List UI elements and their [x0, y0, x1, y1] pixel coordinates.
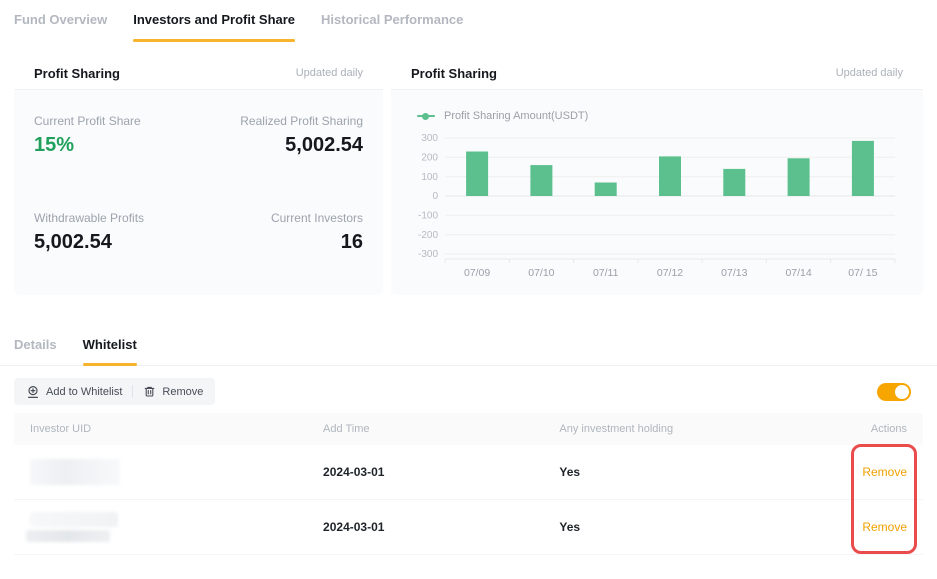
bar — [723, 169, 745, 196]
x-tick-label: 07/ 15 — [848, 267, 877, 279]
chart-card-body: Profit Sharing Amount(USDT) 300 200 100 0 -1… — [391, 90, 923, 295]
y-tick-label: 100 — [421, 172, 438, 183]
whitelist-toolbar: Add to Whitelist Remove — [14, 378, 923, 405]
investor-uid-cell — [14, 459, 323, 485]
column-header-add-time: Add Time — [323, 423, 559, 435]
profit-chart: 300 200 100 0 -100 -200 -300 07/09 07/10 07/11 07/… — [407, 128, 907, 286]
stats-card-updated-label: Updated daily — [296, 67, 363, 79]
toggle-knob — [895, 385, 909, 399]
stat-label: Current Investors — [199, 211, 364, 225]
investor-uid-cell — [14, 512, 323, 542]
stat-current-profit-share: Current Profit Share 15% — [34, 114, 199, 181]
trash-icon — [143, 385, 156, 398]
add-to-whitelist-label: Add to Whitelist — [46, 386, 122, 398]
add-time-cell: 2024-03-01 — [323, 520, 559, 534]
table-header-row: Investor UID Add Time Any investment hol… — [14, 413, 923, 445]
stat-label: Realized Profit Sharing — [199, 114, 364, 128]
table-row: 2024-03-01 Yes Remove — [14, 445, 923, 500]
y-tick-label: 0 — [432, 191, 438, 202]
tab-historical-performance[interactable]: Historical Performance — [321, 12, 463, 45]
stats-grid: Current Profit Share 15% Realized Profit… — [14, 90, 383, 295]
x-tick-label: 07/12 — [657, 267, 683, 279]
whitelist-button-group: Add to Whitelist Remove — [14, 378, 215, 405]
column-header-actions: Actions — [841, 423, 923, 435]
stat-label: Withdrawable Profits — [34, 211, 199, 225]
y-tick-label: -100 — [418, 211, 438, 222]
legend-marker-icon — [417, 115, 435, 117]
stats-card-header: Profit Sharing Updated daily — [14, 57, 383, 90]
add-time-cell: 2024-03-01 — [323, 465, 559, 479]
detail-subtabs: Details Whitelist — [0, 337, 937, 366]
y-tick-label: -200 — [418, 230, 438, 241]
bar — [852, 141, 874, 196]
bar — [466, 152, 488, 197]
redacted-uid — [26, 530, 110, 542]
x-tick-label: 07/11 — [593, 267, 619, 279]
stat-withdrawable-profits: Withdrawable Profits 5,002.54 — [34, 211, 199, 278]
chart-card-header: Profit Sharing Updated daily — [391, 57, 923, 90]
remove-button[interactable]: Remove — [143, 385, 203, 398]
stat-value: 16 — [199, 231, 364, 254]
bar — [530, 165, 552, 196]
remove-investor-link[interactable]: Remove — [862, 465, 907, 479]
table-row: 2024-03-01 Yes Remove — [14, 500, 923, 555]
stat-current-investors: Current Investors 16 — [199, 211, 364, 278]
y-tick-label: 300 — [421, 133, 438, 144]
bar — [659, 156, 681, 196]
subtab-whitelist[interactable]: Whitelist — [83, 337, 137, 365]
actions-cell: Remove — [841, 465, 923, 479]
x-tick-label: 07/14 — [785, 267, 811, 279]
x-tick-label: 07/13 — [721, 267, 747, 279]
y-tick-label: 200 — [421, 153, 438, 164]
column-header-any-investment-holding: Any investment holding — [559, 423, 841, 435]
column-header-investor-uid: Investor UID — [14, 423, 323, 435]
y-tick-label: -300 — [418, 249, 438, 260]
profit-sharing-chart-card: Profit Sharing Updated daily Profit Shar… — [391, 57, 923, 295]
whitelist-toggle[interactable] — [877, 383, 911, 401]
stat-value: 5,002.54 — [199, 134, 364, 157]
bar — [595, 183, 617, 197]
profit-sharing-stats-card: Profit Sharing Updated daily Current Pro… — [14, 57, 383, 295]
add-to-whitelist-icon — [26, 385, 40, 399]
bar — [788, 158, 810, 196]
tab-fund-overview[interactable]: Fund Overview — [14, 12, 107, 45]
stats-card-title: Profit Sharing — [34, 66, 120, 81]
add-to-whitelist-button[interactable]: Add to Whitelist — [26, 385, 122, 399]
chart-legend[interactable]: Profit Sharing Amount(USDT) — [417, 110, 907, 122]
x-tick-label: 07/10 — [528, 267, 554, 279]
whitelist-table: Investor UID Add Time Any investment hol… — [14, 413, 923, 555]
main-tabs: Fund Overview Investors and Profit Share… — [0, 0, 937, 45]
bar-chart-svg: 300 200 100 0 -100 -200 -300 07/09 07/10 07/11 07/… — [407, 128, 907, 286]
holding-cell: Yes — [559, 520, 841, 534]
stat-realized-profit-sharing: Realized Profit Sharing 5,002.54 — [199, 114, 364, 181]
stat-value: 5,002.54 — [34, 231, 199, 254]
summary-cards: Profit Sharing Updated daily Current Pro… — [14, 57, 923, 295]
chart-card-updated-label: Updated daily — [836, 67, 903, 79]
legend-label: Profit Sharing Amount(USDT) — [444, 110, 588, 122]
x-tick-label: 07/09 — [464, 267, 490, 279]
holding-cell: Yes — [559, 465, 841, 479]
remove-investor-link[interactable]: Remove — [862, 520, 907, 534]
tab-investors-profit-share[interactable]: Investors and Profit Share — [133, 12, 295, 45]
toolbar-divider — [132, 385, 133, 398]
subtab-details[interactable]: Details — [14, 337, 57, 365]
redacted-uid — [30, 512, 118, 527]
remove-button-label: Remove — [162, 386, 203, 398]
stat-label: Current Profit Share — [34, 114, 199, 128]
actions-cell: Remove — [841, 520, 923, 534]
stat-value: 15% — [34, 134, 199, 157]
redacted-uid — [30, 459, 120, 485]
chart-card-title: Profit Sharing — [411, 66, 497, 81]
